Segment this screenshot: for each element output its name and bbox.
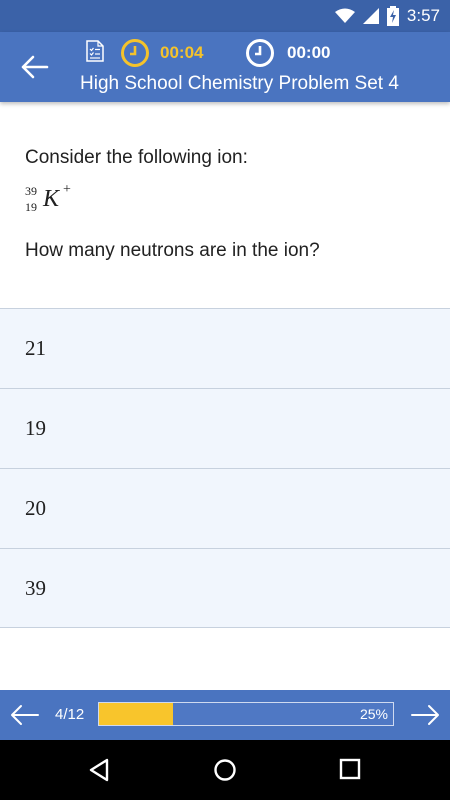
progress-bar: 4/12 25% <box>0 690 450 740</box>
answer-option[interactable]: 21 <box>0 308 450 388</box>
progress-fill <box>99 703 173 725</box>
system-nav-bar <box>0 740 450 800</box>
clock-icon <box>121 39 149 67</box>
question-prompt: How many neutrons are in the ion? <box>25 240 320 261</box>
total-timer-value: 00:00 <box>287 43 331 62</box>
answer-label: 21 <box>25 336 46 360</box>
atomic-number: 19 <box>25 200 37 214</box>
progress-percent: 25% <box>359 706 388 722</box>
wifi-icon <box>334 8 355 23</box>
mass-number: 39 <box>25 184 37 198</box>
arrow-left-icon[interactable] <box>10 704 40 726</box>
ion-charge: + <box>63 182 71 197</box>
clock-icon <box>246 39 274 67</box>
recents-square-icon[interactable] <box>339 758 361 780</box>
answer-list: 21 19 20 39 <box>0 308 450 628</box>
answer-option[interactable]: 20 <box>0 468 450 548</box>
page-title: High School Chemistry Problem Set 4 <box>80 73 399 94</box>
question-intro: Consider the following ion: <box>25 147 248 168</box>
progress-track: 25% <box>98 702 394 726</box>
question-counter: 4/12 <box>55 706 85 723</box>
checklist-document-icon <box>86 40 104 62</box>
answer-option[interactable]: 19 <box>0 388 450 468</box>
back-triangle-icon[interactable] <box>88 758 110 782</box>
element-symbol: K <box>43 186 60 212</box>
app-bar: 00:04 00:00 High School Chemistry Proble… <box>0 32 450 102</box>
status-icons: 3:57 <box>334 6 440 26</box>
answer-option[interactable]: 39 <box>0 548 450 628</box>
answer-label: 19 <box>25 416 46 440</box>
home-circle-icon[interactable] <box>213 758 237 782</box>
question: Consider the following ion: 39 19 K + Ho… <box>25 146 425 262</box>
question-timer-value: 00:04 <box>160 43 204 62</box>
status-bar: 3:57 <box>0 0 450 32</box>
answer-label: 20 <box>25 496 46 520</box>
arrow-right-icon[interactable] <box>410 704 440 726</box>
answer-label: 39 <box>25 575 46 600</box>
signal-icon <box>362 8 379 24</box>
total-timer: 00:00 <box>245 38 330 68</box>
ion-formula: 39 19 K + <box>25 182 425 218</box>
question-timer: 00:04 <box>120 38 203 68</box>
status-time: 3:57 <box>406 6 440 25</box>
battery-charging-icon <box>386 6 399 26</box>
arrow-left-icon[interactable] <box>20 54 50 80</box>
